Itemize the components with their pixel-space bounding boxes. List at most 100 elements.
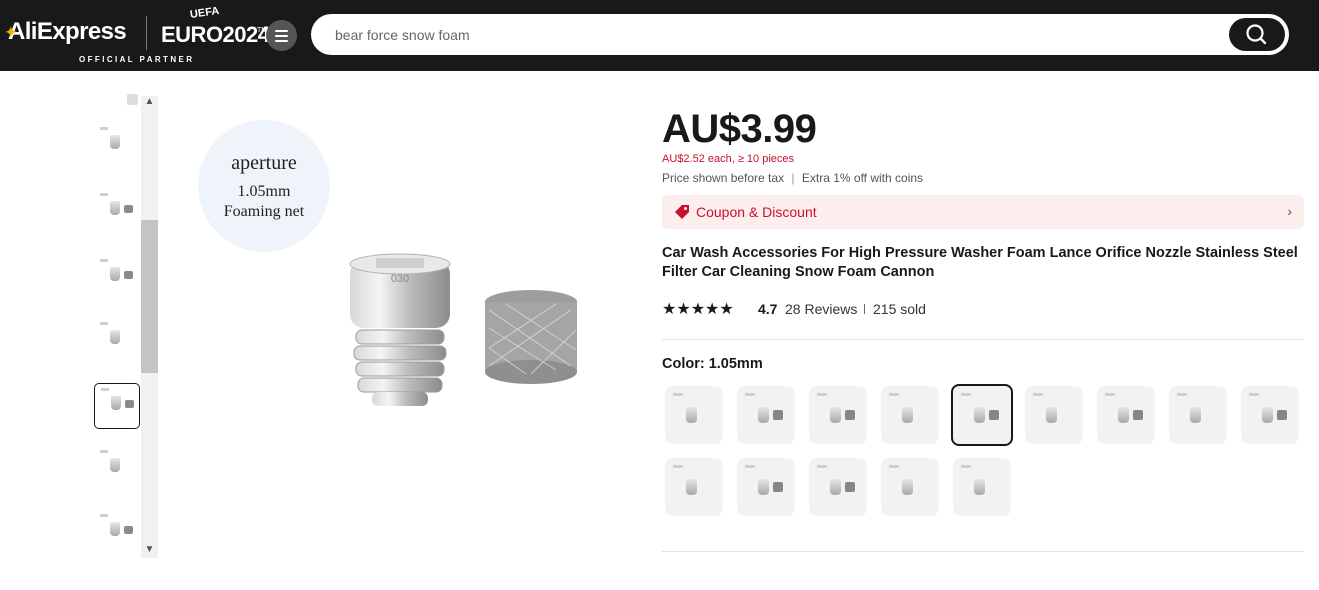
search-input[interactable]: bear force snow foam: [335, 27, 470, 43]
thumb-caption: [100, 450, 108, 453]
swatch-caption: [745, 393, 755, 396]
color-swatch-11[interactable]: [737, 458, 795, 516]
nozzle-and-filter-photo: 030: [349, 253, 577, 406]
color-swatch-10[interactable]: [665, 458, 723, 516]
mesh-image: [124, 271, 133, 279]
thumbnail-image-1[interactable]: [94, 123, 140, 169]
nozzle-image: [110, 522, 120, 536]
search-button[interactable]: [1229, 18, 1285, 51]
swatch-caption: [817, 393, 827, 396]
color-swatch-8[interactable]: [1169, 386, 1227, 444]
nozzle-image: [1046, 407, 1057, 423]
bulk-price: AU$2.52 each, ≥ 10 pieces: [662, 153, 795, 165]
color-swatch-2[interactable]: [737, 386, 795, 444]
color-swatch-1[interactable]: [665, 386, 723, 444]
color-swatch-3[interactable]: [809, 386, 867, 444]
mesh-image: [124, 205, 133, 213]
mesh-image: [845, 482, 855, 492]
nozzle-image: [974, 407, 985, 423]
thumbnail-image-3[interactable]: [94, 255, 140, 301]
swatch-caption: [1249, 393, 1259, 396]
sold-count: 215 sold: [873, 301, 926, 317]
note-separator: |: [791, 171, 795, 185]
swatch-caption: [1177, 393, 1187, 396]
thumbnail-image-4[interactable]: [94, 318, 140, 364]
price-notes: Price shown before tax | Extra 1% off wi…: [662, 171, 923, 185]
rating-score: 4.7: [758, 301, 778, 317]
thumb-caption: [101, 388, 109, 391]
uefa-text: UEFA: [189, 5, 221, 21]
nozzle-image: [110, 135, 120, 149]
mesh-image: [1277, 410, 1287, 420]
color-swatch-14[interactable]: [953, 458, 1011, 516]
color-swatch-6[interactable]: [1025, 386, 1083, 444]
nozzle-image: [902, 407, 913, 423]
nozzle-image: [1190, 407, 1201, 423]
nozzle-image: [686, 407, 697, 423]
search-bar: bear force snow foam: [311, 14, 1289, 55]
swatch-caption: [673, 465, 683, 468]
thumb-caption: [100, 322, 108, 325]
menu-icon-bar: [275, 40, 288, 42]
menu-icon-bar: [275, 35, 288, 37]
nozzle-image: [110, 201, 120, 215]
color-swatch-13[interactable]: [881, 458, 939, 516]
mesh-image: [773, 410, 783, 420]
swatch-caption: [673, 393, 683, 396]
color-swatch-4[interactable]: [881, 386, 939, 444]
nozzle-image: [110, 458, 120, 472]
swatch-caption: [889, 465, 899, 468]
nozzle-image: [758, 407, 769, 423]
logo-text: AliExpress: [8, 18, 127, 45]
chevron-right-icon: ›: [1287, 203, 1292, 219]
menu-button[interactable]: [266, 20, 297, 51]
reviews-link[interactable]: 28 Reviews: [785, 301, 857, 317]
thumbnail-image-2[interactable]: [94, 189, 140, 235]
nozzle-image: [1262, 407, 1273, 423]
thumbnail-image-5-selected[interactable]: [94, 383, 140, 429]
euro2024-logo: EURO2024: [161, 22, 270, 47]
search-icon: [1246, 24, 1267, 45]
product-price: AU$3.99: [662, 107, 817, 151]
thumbnail-scrollbar-thumb[interactable]: [141, 220, 158, 373]
main-product-image[interactable]: aperture 1.05mm Foaming net 030: [186, 98, 616, 528]
mesh-image: [1133, 410, 1143, 420]
rating-separator: [864, 304, 865, 314]
color-swatch-5-selected[interactable]: [951, 384, 1013, 446]
menu-icon: [275, 30, 288, 32]
nozzle-image: [1118, 407, 1129, 423]
scroll-up-icon[interactable]: ▲: [141, 96, 158, 110]
color-swatch-9[interactable]: [1241, 386, 1299, 444]
tax-note: Price shown before tax: [662, 171, 785, 185]
coins-note: Extra 1% off with coins: [801, 171, 924, 185]
aliexpress-logo[interactable]: ✦ AliExpress: [5, 18, 127, 46]
thumb-caption: [100, 514, 108, 517]
coupon-discount-bar[interactable]: Coupon & Discount ›: [662, 195, 1304, 229]
nozzle-engraving: 030: [391, 273, 409, 285]
swatch-caption: [1105, 393, 1115, 396]
nozzle-image: [110, 267, 120, 281]
swatch-caption: [1033, 393, 1043, 396]
nozzle-image: [686, 479, 697, 495]
mesh-image: [845, 410, 855, 420]
coupon-tag-icon: [675, 205, 689, 219]
nozzle-image: [111, 396, 121, 410]
scroll-down-icon[interactable]: ▼: [141, 544, 158, 558]
thumbnail-image-6[interactable]: [94, 446, 140, 492]
thumb-caption: [100, 193, 108, 196]
nozzle-image: [974, 479, 985, 495]
top-header: ✦ AliExpress UEFA EURO2024 TM OFFICIAL P…: [0, 0, 1319, 71]
divider: [662, 339, 1304, 340]
star-rating-icon: ★★★★★: [662, 301, 734, 318]
nozzle-image: [830, 479, 841, 495]
mesh-image: [989, 410, 999, 420]
mesh-image: [125, 400, 134, 408]
nozzle-image: [758, 479, 769, 495]
nozzle-image: [830, 407, 841, 423]
nozzle-image: [902, 479, 913, 495]
thumbnail-image-7[interactable]: [94, 510, 140, 556]
thumb-caption: [100, 127, 108, 130]
color-label: Color: 1.05mm: [662, 356, 763, 372]
color-swatch-12[interactable]: [809, 458, 867, 516]
color-swatch-7[interactable]: [1097, 386, 1155, 444]
